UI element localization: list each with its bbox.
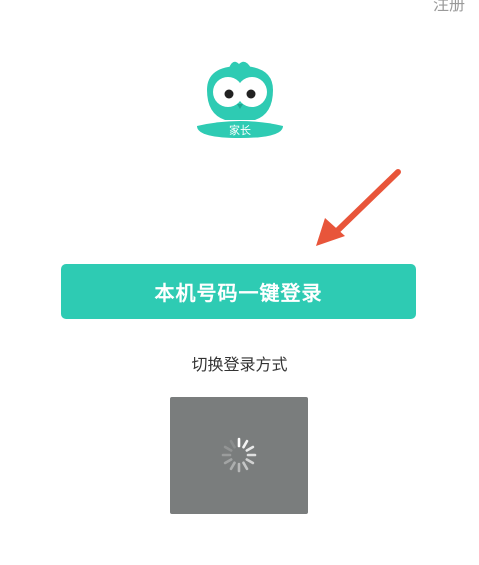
register-link[interactable]: 注册 bbox=[433, 0, 465, 15]
spinner-icon bbox=[221, 437, 257, 473]
loading-overlay bbox=[170, 397, 308, 514]
owl-logo-icon: 家长 bbox=[197, 61, 283, 138]
login-page: 注册 家长 本机号码一键登录 切换登录方式 bbox=[0, 0, 479, 565]
app-logo: 家长 bbox=[193, 54, 287, 140]
logo-badge-text: 家长 bbox=[229, 123, 251, 137]
switch-login-method-link[interactable]: 切换登录方式 bbox=[0, 351, 479, 375]
one-click-login-button[interactable]: 本机号码一键登录 bbox=[61, 264, 416, 319]
